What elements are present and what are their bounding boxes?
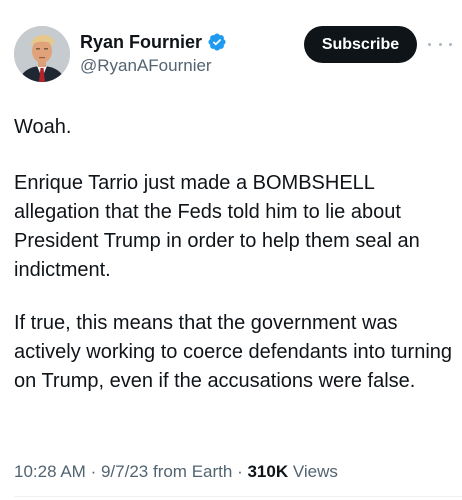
display-name-row: Ryan Fournier xyxy=(80,30,227,54)
more-options-icon[interactable] xyxy=(428,35,452,53)
author-names: Ryan Fournier @RyanAFournier xyxy=(80,30,227,76)
portrait-icon xyxy=(14,26,70,82)
avatar[interactable] xyxy=(14,26,70,82)
more-dot xyxy=(449,42,452,46)
tweet-card: Ryan Fournier @RyanAFournier Subscribe W… xyxy=(0,0,462,500)
meta-separator: · xyxy=(90,462,97,481)
verified-badge-icon[interactable] xyxy=(207,32,227,52)
tweet-header: Ryan Fournier @RyanAFournier Subscribe xyxy=(14,26,452,86)
tweet-paragraph: If true, this means that the government … xyxy=(14,312,453,392)
views-label: Views xyxy=(292,462,338,481)
tweet-source: from Earth xyxy=(152,462,233,481)
tweet-time[interactable]: 10:28 AM xyxy=(14,462,86,481)
subscribe-button[interactable]: Subscribe xyxy=(304,26,417,63)
author-handle[interactable]: @RyanAFournier xyxy=(80,56,227,76)
tweet-metadata: 10:28 AM · 9/7/23 from Earth · 310K View… xyxy=(14,462,338,482)
views-count[interactable]: 310K xyxy=(247,462,288,481)
divider xyxy=(14,496,462,497)
tweet-paragraph: Woah. xyxy=(14,116,72,138)
tweet-date[interactable]: 9/7/23 xyxy=(101,462,148,481)
tweet-paragraph: Enrique Tarrio just made a BOMBSHELL all… xyxy=(14,172,420,281)
more-dot xyxy=(438,42,442,46)
more-dot xyxy=(428,42,431,46)
meta-separator: · xyxy=(237,462,243,481)
display-name[interactable]: Ryan Fournier xyxy=(80,32,202,53)
tweet-text: Woah. Enrique Tarrio just made a BOMBSHE… xyxy=(14,113,454,420)
